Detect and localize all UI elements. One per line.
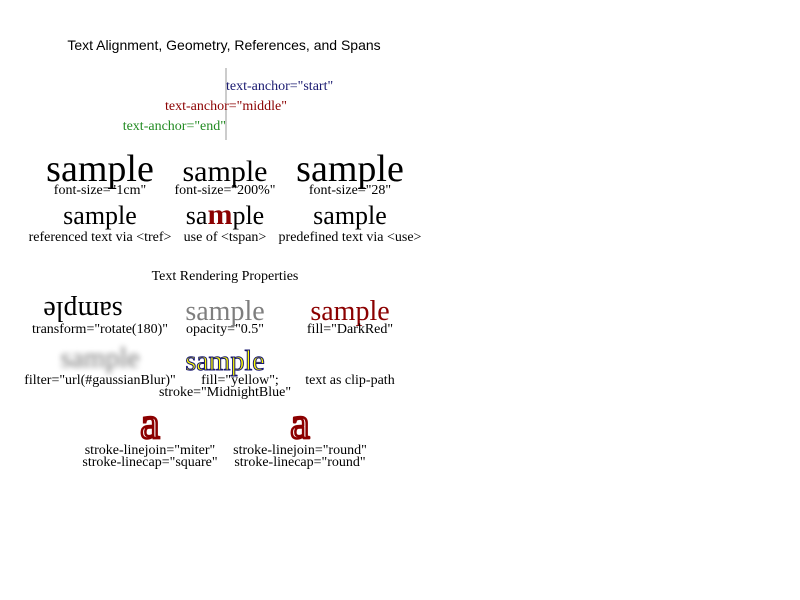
label-font-size-cm: font-size="1cm" — [54, 183, 146, 198]
label-linecap-square: stroke-linecap="square" — [82, 455, 217, 470]
label-filter: filter="url(#gaussianBlur)" — [24, 373, 176, 388]
svg-feature-demo: Text Alignment, Geometry, References, an… — [24, 37, 422, 470]
heading-alignment: Text Alignment, Geometry, References, an… — [67, 37, 380, 53]
sample-tspan: sample — [186, 198, 264, 231]
glyph-round-round: a — [290, 399, 310, 448]
label-fill-darkred: fill="DarkRed" — [307, 322, 393, 337]
sample-tref: sample — [63, 201, 137, 230]
anchor-middle-label: text-anchor="middle" — [165, 99, 287, 114]
glyph-miter-square: a — [140, 399, 160, 448]
tspan-after: ple — [232, 201, 264, 230]
anchor-start-label: text-anchor="start" — [226, 79, 333, 94]
label-rotate: transform="rotate(180)" — [32, 322, 168, 337]
label-font-size-percent: font-size="200%" — [175, 183, 276, 198]
sample-blurred: sample — [60, 343, 139, 374]
label-font-size-px: font-size="28" — [309, 183, 391, 198]
anchor-end-label: text-anchor="end" — [123, 119, 226, 134]
label-linecap-round: stroke-linecap="round" — [234, 455, 365, 470]
label-tref: referenced text via <tref> — [29, 230, 172, 245]
label-opacity: opacity="0.5" — [186, 322, 264, 337]
tspan-highlight: m — [207, 198, 232, 231]
label-stroke-midnightblue: stroke="MidnightBlue" — [159, 385, 291, 400]
heading-rendering: Text Rendering Properties — [152, 269, 299, 284]
label-tspan: use of <tspan> — [184, 230, 267, 245]
label-use: predefined text via <use> — [279, 230, 422, 245]
tspan-before: sa — [186, 201, 208, 230]
sample-use: sample — [313, 201, 387, 230]
label-clip-path: text as clip-path — [305, 373, 394, 388]
